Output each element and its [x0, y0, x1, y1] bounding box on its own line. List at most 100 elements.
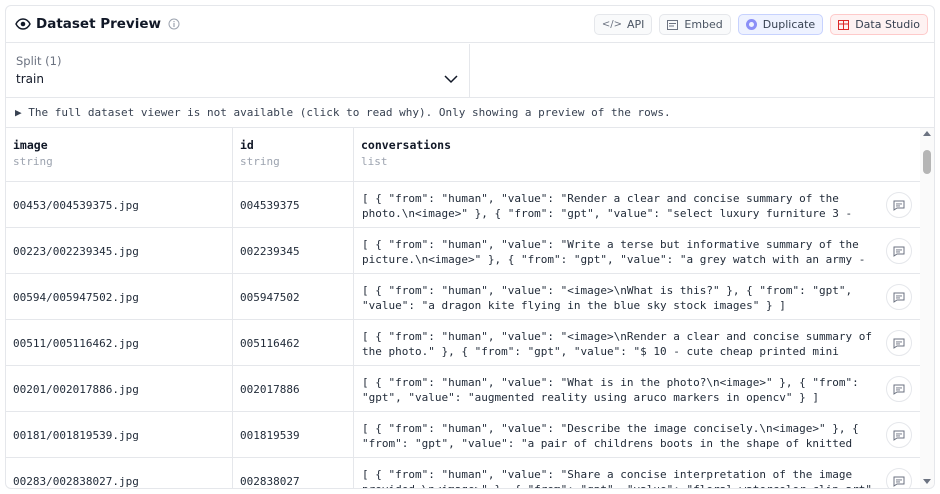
cell-id: 002017886	[233, 366, 354, 412]
column-name: image	[13, 138, 48, 152]
cell-text: 002239345	[240, 245, 300, 258]
split-selector[interactable]: Split (1) train	[6, 44, 470, 97]
cell-text: 00511/005116462.jpg	[13, 337, 139, 350]
chat-icon	[893, 430, 905, 441]
data-studio-button-label: Data Studio	[855, 18, 920, 31]
data-studio-button[interactable]: Data Studio	[830, 14, 928, 35]
column-type: string	[240, 155, 280, 168]
table-scrollbar[interactable]	[920, 128, 934, 488]
chevron-down-icon	[444, 75, 458, 84]
scrollbar-thumb[interactable]	[923, 150, 931, 174]
cell-image: 00594/005947502.jpg	[6, 274, 233, 320]
cell-text: 001819539	[240, 429, 300, 442]
chat-icon	[893, 246, 905, 257]
cell-conversations: [ { "from": "human", "value": "<image>\n…	[354, 274, 920, 320]
cell-conversations: [ { "from": "human", "value": "Render a …	[354, 182, 920, 228]
viewer-notice[interactable]: ▶ The full dataset viewer is not availab…	[15, 106, 671, 119]
info-icon[interactable]	[168, 18, 180, 30]
cell-id: 002838027	[233, 458, 354, 488]
table-row: 00283/002838027.jpg 002838027 [ { "from"…	[6, 458, 920, 488]
duplicate-button-label: Duplicate	[762, 18, 816, 31]
cell-text: 00283/002838027.jpg	[13, 475, 139, 488]
cell-text: 00223/002239345.jpg	[13, 245, 139, 258]
cell-image: 00453/004539375.jpg	[6, 182, 233, 228]
cell-image: 00283/002838027.jpg	[6, 458, 233, 488]
cell-conversations: [ { "from": "human", "value": "<image>\n…	[354, 320, 920, 366]
cell-text: 00181/001819539.jpg	[13, 429, 139, 442]
cell-id: 002239345	[233, 228, 354, 274]
column-header-conversations: conversations list	[354, 128, 920, 182]
column-type: list	[361, 155, 388, 168]
open-conversation-button[interactable]	[886, 238, 912, 264]
eye-icon	[15, 18, 31, 30]
cell-id: 004539375	[233, 182, 354, 228]
cell-image: 00201/002017886.jpg	[6, 366, 233, 412]
chat-icon	[893, 476, 905, 487]
cell-text: 004539375	[240, 199, 300, 212]
table-row: 00181/001819539.jpg 001819539 [ { "from"…	[6, 412, 920, 458]
cell-text: 002838027	[240, 475, 300, 488]
scroll-down-arrow-icon[interactable]	[923, 479, 931, 484]
cell-text: [ { "from": "human", "value": "Share a c…	[362, 468, 872, 488]
cell-text: [ { "from": "human", "value": "Render a …	[362, 192, 853, 220]
api-button[interactable]: </> API	[593, 14, 653, 35]
cell-text: 002017886	[240, 383, 300, 396]
open-conversation-button[interactable]	[886, 376, 912, 402]
chat-icon	[893, 200, 905, 211]
open-conversation-button[interactable]	[886, 192, 912, 218]
cell-text: 005116462	[240, 337, 300, 350]
cell-conversations: [ { "from": "human", "value": "What is i…	[354, 366, 920, 412]
open-conversation-button[interactable]	[886, 330, 912, 356]
cell-text: [ { "from": "human", "value": "What is i…	[362, 376, 859, 404]
panel-title: Dataset Preview	[36, 16, 161, 32]
cell-image: 00511/005116462.jpg	[6, 320, 233, 366]
open-conversation-button[interactable]	[886, 468, 912, 488]
cell-text: [ { "from": "human", "value": "Write a t…	[362, 238, 866, 266]
code-icon: </>	[601, 19, 622, 30]
column-name: id	[240, 138, 254, 152]
embed-button[interactable]: Embed	[659, 14, 731, 35]
cell-text: 00594/005947502.jpg	[13, 291, 139, 304]
table-row: 00201/002017886.jpg 002017886 [ { "from"…	[6, 366, 920, 412]
scroll-up-arrow-icon[interactable]	[923, 131, 931, 136]
table-row: 00223/002239345.jpg 002239345 [ { "from"…	[6, 228, 920, 274]
chat-icon	[893, 292, 905, 303]
cell-id: 005947502	[233, 274, 354, 320]
cell-id: 001819539	[233, 412, 354, 458]
duplicate-button[interactable]: Duplicate	[737, 14, 824, 35]
cell-text: [ { "from": "human", "value": "<image>\n…	[362, 284, 853, 312]
cell-conversations: [ { "from": "human", "value": "Write a t…	[354, 228, 920, 274]
split-label: Split (1)	[16, 54, 62, 68]
chat-icon	[893, 338, 905, 349]
cell-text: 005947502	[240, 291, 300, 304]
cell-text: [ { "from": "human", "value": "<image>\n…	[362, 330, 872, 358]
open-conversation-button[interactable]	[886, 422, 912, 448]
divider	[6, 97, 934, 98]
cell-conversations: [ { "from": "human", "value": "Share a c…	[354, 458, 920, 488]
open-conversation-button[interactable]	[886, 284, 912, 310]
cell-text: [ { "from": "human", "value": "Describe …	[362, 422, 859, 450]
cell-text: 00453/004539375.jpg	[13, 199, 139, 212]
preview-table: image string id string conversations lis…	[6, 128, 920, 488]
table-row: 00594/005947502.jpg 005947502 [ { "from"…	[6, 274, 920, 320]
cell-conversations: [ { "from": "human", "value": "Describe …	[354, 412, 920, 458]
column-header-id: id string	[233, 128, 354, 182]
header-actions: </> API Embed Duplicate Data Studio	[593, 14, 928, 35]
table-row: 00453/004539375.jpg 004539375 [ { "from"…	[6, 182, 920, 228]
panel-header: Dataset Preview </> API Embed Duplicate …	[6, 6, 934, 43]
title-group: Dataset Preview	[6, 16, 180, 32]
dataset-preview-panel: Dataset Preview </> API Embed Duplicate …	[5, 5, 935, 489]
cell-id: 005116462	[233, 320, 354, 366]
column-name: conversations	[361, 138, 452, 152]
cell-image: 00181/001819539.jpg	[6, 412, 233, 458]
column-header-image: image string	[6, 128, 233, 182]
table-icon	[838, 19, 850, 30]
split-value: train	[16, 72, 44, 86]
duplicate-icon	[745, 19, 757, 30]
table-row: 00511/005116462.jpg 005116462 [ { "from"…	[6, 320, 920, 366]
api-button-label: API	[626, 18, 645, 31]
column-type: string	[13, 155, 53, 168]
table-header: image string id string conversations lis…	[6, 128, 920, 182]
cell-text: 00201/002017886.jpg	[13, 383, 139, 396]
cell-image: 00223/002239345.jpg	[6, 228, 233, 274]
